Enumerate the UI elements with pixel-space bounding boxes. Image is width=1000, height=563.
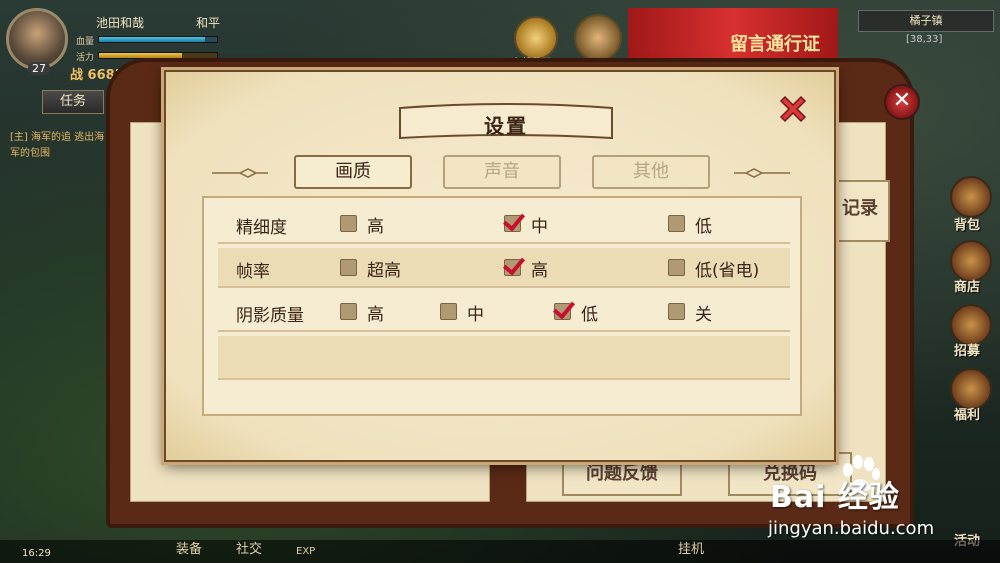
hp-bar-fill [99,37,206,42]
option-label: 关 [695,305,712,325]
watermark-url: jingyan.baidu.com [768,518,935,539]
bottom-autoplay[interactable]: 挂机 [678,538,704,557]
pet-icon[interactable] [574,14,622,62]
checkbox-checked[interactable] [504,215,521,232]
task-description[interactable]: [主] 海军的追 逃出海军的包围 [10,130,110,162]
record-button[interactable]: 记录 [830,180,890,242]
background-close-icon[interactable]: ✕ [884,84,920,120]
setting-row-shadow: 阴影质量 高 中 低 关 [218,292,790,332]
bag-icon[interactable] [950,176,992,218]
option-label: 高 [531,261,548,281]
tab-ornament-right-icon [734,168,790,178]
row-label: 阴影质量 [236,306,304,326]
energy-label: 活力 [76,53,95,63]
dialog-title: 设置 [484,114,528,138]
checkbox[interactable] [668,215,685,232]
player-camp[interactable]: 和平 [196,14,220,31]
map-name[interactable]: 橘子镇 [858,10,994,32]
option-label: 低 [695,217,712,237]
setting-row-detail: 精细度 高 中 低 [218,204,790,244]
map-coordinates: [38,33] [906,34,943,45]
checkbox-checked[interactable] [504,259,521,276]
settings-dialog: 设置 画质 声音 其他 精细度 高 中 低 帧率 超高 高 低(省电) 阴影质量… [164,70,836,462]
tab-ornament-left-icon [212,168,268,178]
watermark-brand: Bai 经验 [770,480,900,515]
hp-bar [98,36,218,43]
option-label: 中 [467,305,484,325]
bottom-bar [0,540,1000,563]
bottom-equip[interactable]: 装备 [176,538,202,557]
option-label: 高 [367,305,384,325]
settings-panel: 精细度 高 中 低 帧率 超高 高 低(省电) 阴影质量 高 中 低 关 [202,196,802,416]
tab-other[interactable]: 其他 [592,155,710,189]
title-ribbon: 设置 [396,102,616,144]
side-label-bag: 背包 [954,218,981,233]
player-name: 池田和哉 [96,16,145,30]
hp-label: 血量 [76,37,95,47]
setting-row-framerate: 帧率 超高 高 低(省电) [218,248,790,288]
row-label: 精细度 [236,218,287,238]
checkbox[interactable] [340,215,357,232]
checkbox-checked[interactable] [554,303,571,320]
option-label: 低 [581,305,598,325]
side-label-recruit: 招募 [954,344,981,359]
side-label-shop: 商店 [954,280,981,295]
row-label: 帧率 [236,262,270,282]
event-banner[interactable]: 留言通行证 [628,8,838,58]
checkbox[interactable] [340,303,357,320]
player-level: 27 [28,62,50,75]
side-label-welfare: 福利 [954,408,981,423]
close-button[interactable] [776,92,810,126]
bottom-exp: EXP [296,546,316,557]
checkbox[interactable] [668,303,685,320]
checkbox[interactable] [668,259,685,276]
tab-sound[interactable]: 声音 [443,155,561,189]
setting-row-empty [218,336,790,380]
clock: 16:29 [22,548,51,559]
tab-graphics[interactable]: 画质 [294,155,412,189]
bottom-social[interactable]: 社交 [236,538,262,557]
option-label: 低(省电) [695,261,760,281]
close-icon[interactable] [776,92,810,126]
checkbox[interactable] [440,303,457,320]
option-label: 高 [367,217,384,237]
checkbox[interactable] [340,259,357,276]
task-button[interactable]: 任务 [42,90,104,114]
option-label: 中 [531,217,548,237]
player-avatar[interactable] [6,8,68,70]
option-label: 超高 [367,261,401,281]
